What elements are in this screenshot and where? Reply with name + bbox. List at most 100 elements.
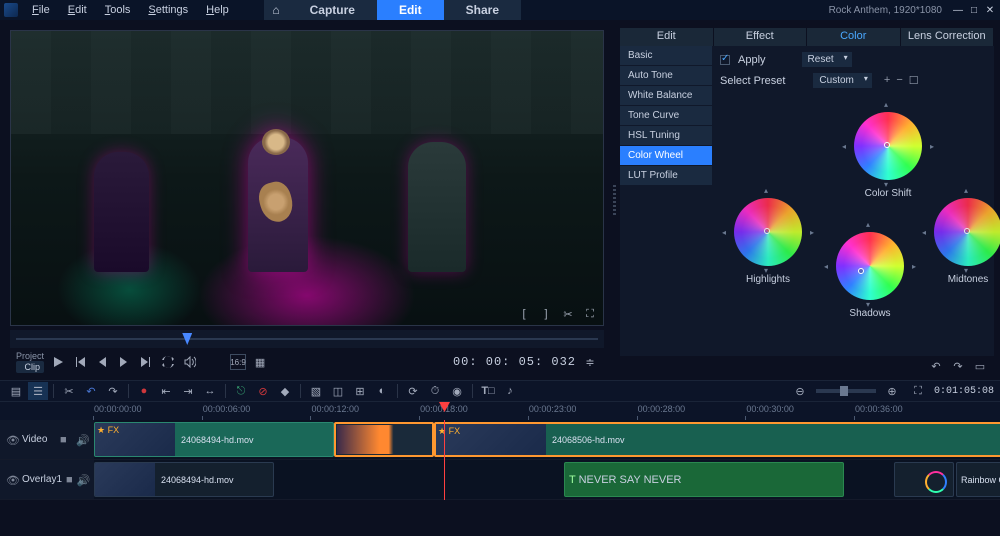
preset-add-icon[interactable]: +: [884, 74, 890, 87]
overlay-clip-4[interactable]: Rainbow Circle.m: [956, 462, 1000, 497]
maximize-icon[interactable]: □: [968, 5, 980, 15]
zoom-in-icon[interactable]: ⊕: [882, 382, 902, 400]
slip-icon[interactable]: ↔: [200, 382, 220, 400]
panel-preview-icon[interactable]: ▭: [972, 358, 988, 374]
sublist-tonecurve[interactable]: Tone Curve: [620, 106, 712, 125]
reset-button[interactable]: Reset: [802, 52, 852, 67]
timeline-ruler[interactable]: 00:00:00:00 00:00:06:00 00:00:12:00 00:0…: [0, 402, 1000, 420]
sublist-colorwheel[interactable]: Color Wheel: [620, 146, 712, 165]
goto-end-button[interactable]: [138, 354, 154, 370]
tab-capture[interactable]: Capture: [288, 0, 377, 20]
apply-checkbox[interactable]: [720, 55, 730, 65]
play-button[interactable]: [50, 354, 66, 370]
fullscreen-icon[interactable]: ⛶: [582, 306, 598, 322]
mask-icon[interactable]: ◐: [372, 382, 392, 400]
track-overlay-body[interactable]: 24068494-hd.mov T NEVER SAY NEVER Rainbo…: [94, 460, 1000, 499]
overlay-clip-title[interactable]: T NEVER SAY NEVER: [564, 462, 844, 497]
fit-timeline-icon[interactable]: ⛶: [908, 382, 928, 400]
transition-icon[interactable]: ▧: [306, 382, 326, 400]
sublist-hsl[interactable]: HSL Tuning: [620, 126, 712, 145]
preview-seekbar[interactable]: [ ] ✂ ⛶: [10, 330, 604, 348]
clip-mode-toggle[interactable]: Clip: [16, 361, 44, 373]
timeline-toolbar: ▤ ☰ ✂ ↶ ↷ ● ⇤ ⇥ ↔ ⎋ ⊘ ◆ ▧ ◫ ⊞ ◐ ⟳ ⏱ ◉ T□…: [0, 380, 1000, 402]
panel-undo-icon[interactable]: ↶: [928, 358, 944, 374]
track-visibility-icon[interactable]: 👁: [6, 474, 18, 486]
tab-share[interactable]: Share: [444, 0, 521, 20]
cut-icon[interactable]: ✂: [59, 382, 79, 400]
panel-tab-edit[interactable]: Edit: [620, 28, 714, 46]
storyboard-view-icon[interactable]: ▤: [6, 382, 26, 400]
sublist-basic[interactable]: Basic: [620, 46, 712, 65]
trim-left-icon[interactable]: ⇤: [156, 382, 176, 400]
loop-button[interactable]: [160, 354, 176, 370]
undo-button[interactable]: ↶: [81, 382, 101, 400]
sublist-autotone[interactable]: Auto Tone: [620, 66, 712, 85]
playhead[interactable]: [444, 420, 445, 500]
split-clip-icon[interactable]: ⎋: [231, 382, 251, 400]
player-controls: Project Clip 16:9 ▦ 00: 00: 05: 032 ≑: [10, 348, 604, 376]
audio-icon[interactable]: ♪: [500, 382, 520, 400]
mark-out-icon[interactable]: ]: [538, 306, 554, 322]
tab-home[interactable]: ⌂: [264, 0, 287, 20]
main-tabs: ⌂ Capture Edit Share: [264, 0, 521, 20]
next-frame-button[interactable]: [116, 354, 132, 370]
preset-select[interactable]: Custom: [813, 73, 871, 88]
crop-icon[interactable]: ✂: [560, 306, 576, 322]
track-video-body[interactable]: ★ FX24068494-hd.mov ★ FX24068506-hd.mov: [94, 420, 1000, 459]
chroma-icon[interactable]: ◉: [447, 382, 467, 400]
video-clip-1[interactable]: ★ FX24068494-hd.mov: [94, 422, 334, 457]
panel-tab-effect[interactable]: Effect: [714, 28, 808, 46]
menu-edit[interactable]: Edit: [60, 2, 95, 18]
record-button[interactable]: ●: [134, 382, 154, 400]
vertical-splitter[interactable]: [610, 20, 618, 380]
preset-save-icon[interactable]: ☐: [909, 74, 919, 87]
filter-icon[interactable]: ◫: [328, 382, 348, 400]
marker-icon[interactable]: ◆: [275, 382, 295, 400]
title-icon[interactable]: T□: [478, 382, 498, 400]
track-camera-icon[interactable]: ■: [60, 434, 72, 446]
track-mute-icon[interactable]: 🔊: [76, 434, 88, 446]
motion-icon[interactable]: ⟳: [403, 382, 423, 400]
panel-redo-icon[interactable]: ↷: [950, 358, 966, 374]
menu-settings[interactable]: Settings: [140, 2, 196, 18]
volume-button[interactable]: [182, 354, 198, 370]
wheel-shadows[interactable]: ▴ ◂▸ Shadows ▾: [828, 224, 912, 319]
prev-frame-button[interactable]: [94, 354, 110, 370]
goto-start-button[interactable]: [72, 354, 88, 370]
menu-file[interactable]: File: [24, 2, 58, 18]
video-clip-3[interactable]: ★ FX24068506-hd.mov: [434, 422, 1000, 457]
wheel-highlights[interactable]: ▴ ◂▸ Highlights ▾: [726, 190, 810, 285]
timecode-stepper-icon[interactable]: ≑: [582, 354, 598, 370]
trim-right-icon[interactable]: ⇥: [178, 382, 198, 400]
redo-button[interactable]: ↷: [103, 382, 123, 400]
zoom-out-icon[interactable]: ⊖: [790, 382, 810, 400]
sublist-whitebalance[interactable]: White Balance: [620, 86, 712, 105]
overlay-clip-3[interactable]: [894, 462, 954, 497]
timeline-view-icon[interactable]: ☰: [28, 382, 48, 400]
preset-remove-icon[interactable]: −: [896, 74, 902, 87]
tab-edit[interactable]: Edit: [377, 0, 444, 20]
sublist-lut[interactable]: LUT Profile: [620, 166, 712, 185]
window-controls: — □ ✕: [952, 5, 996, 15]
track-visibility-icon[interactable]: 👁: [6, 434, 18, 446]
overlay-clip-1[interactable]: 24068494-hd.mov: [94, 462, 274, 497]
delete-clip-icon[interactable]: ⊘: [253, 382, 273, 400]
track-camera-icon[interactable]: ■: [66, 474, 73, 486]
zoom-slider[interactable]: [816, 389, 876, 393]
close-icon[interactable]: ✕: [984, 5, 996, 15]
panel-tab-color[interactable]: Color: [807, 28, 901, 46]
panel-tab-lens[interactable]: Lens Correction: [901, 28, 995, 46]
menu-help[interactable]: Help: [198, 2, 237, 18]
video-clip-2[interactable]: [334, 422, 434, 457]
mark-in-icon[interactable]: [: [516, 306, 532, 322]
pan-zoom-icon[interactable]: ⊞: [350, 382, 370, 400]
preview-monitor[interactable]: [10, 30, 604, 326]
wheel-midtones[interactable]: ▴ ◂▸ Midtones ▾: [926, 190, 1000, 285]
track-mute-icon[interactable]: 🔊: [77, 474, 89, 486]
aspect-ratio-button[interactable]: 16:9: [230, 354, 246, 370]
minimize-icon[interactable]: —: [952, 5, 964, 15]
wheel-colorshift[interactable]: ▴ ◂▸ Color Shift ▾: [846, 104, 930, 199]
menu-tools[interactable]: Tools: [97, 2, 139, 18]
snapshot-button[interactable]: ▦: [252, 354, 268, 370]
speed-icon[interactable]: ⏱: [425, 382, 445, 400]
